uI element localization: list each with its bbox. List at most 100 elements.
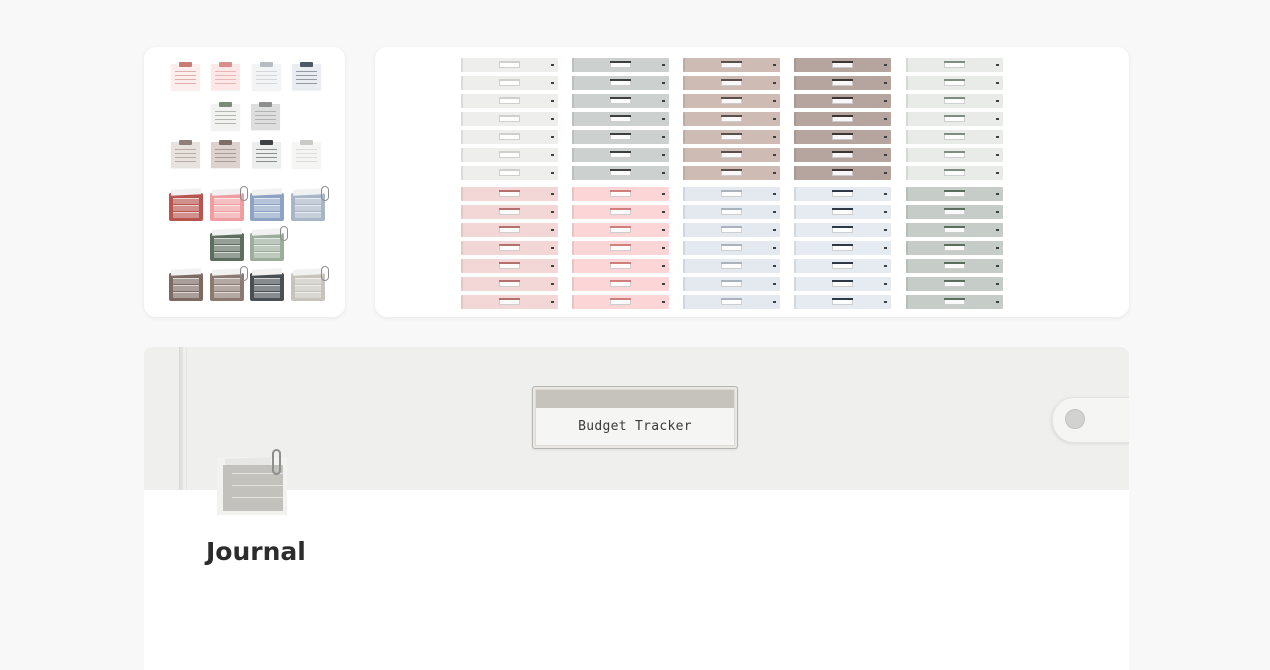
note-tab <box>219 102 232 107</box>
khaki-binder-icon[interactable] <box>291 266 329 301</box>
charcoal-note-icon[interactable] <box>252 140 281 168</box>
slate-binder-icon[interactable] <box>291 186 329 221</box>
light-note-icon[interactable] <box>292 140 321 168</box>
blush-tab-item[interactable] <box>461 205 558 219</box>
blush-tab-item[interactable] <box>461 295 558 309</box>
powder-blue-tab-item[interactable] <box>794 295 891 309</box>
pale-sage-tab-item[interactable] <box>906 130 1003 144</box>
pale-sage-tab-item[interactable] <box>906 58 1003 72</box>
grey-tab-item[interactable] <box>572 166 669 180</box>
blush-tab-item[interactable] <box>461 223 558 237</box>
taupe-note-icon[interactable] <box>211 140 240 168</box>
sage-tab-item[interactable] <box>906 259 1003 273</box>
ice-blue-tab-item[interactable] <box>683 187 780 201</box>
pink-note-icon[interactable] <box>211 62 240 90</box>
navy-note-icon[interactable] <box>292 62 321 90</box>
blush-tab-item[interactable] <box>461 277 558 291</box>
dark-binder-icon[interactable] <box>250 268 284 301</box>
rose-taupe-tab-item[interactable] <box>683 148 780 162</box>
brown-tab-item[interactable] <box>794 130 891 144</box>
cover-banner[interactable]: Budget Tracker <box>144 347 1129 490</box>
red-note-icon[interactable] <box>171 62 200 90</box>
ice-blue-tab-item[interactable] <box>683 241 780 255</box>
tab-arrow-icon <box>551 229 554 231</box>
ice-blue-tab-item[interactable] <box>683 223 780 237</box>
light-grey-tab-item[interactable] <box>461 166 558 180</box>
rose-taupe-tab-item[interactable] <box>683 94 780 108</box>
sage-tab-item[interactable] <box>906 241 1003 255</box>
light-grey-tab-item[interactable] <box>461 130 558 144</box>
pink-tab-item[interactable] <box>572 205 669 219</box>
pink-tab-item[interactable] <box>572 223 669 237</box>
pink-tab-item[interactable] <box>572 241 669 255</box>
powder-blue-tab-item[interactable] <box>794 259 891 273</box>
mocha-binder-icon[interactable] <box>210 266 248 301</box>
blush-tab-item[interactable] <box>461 241 558 255</box>
pale-sage-tab-item[interactable] <box>906 76 1003 90</box>
grey-tab-item[interactable] <box>572 58 669 72</box>
pale-sage-tab-item[interactable] <box>906 166 1003 180</box>
pink-tab-item[interactable] <box>572 187 669 201</box>
sage-note-icon[interactable] <box>211 102 240 130</box>
light-grey-tab-item[interactable] <box>461 94 558 108</box>
page-icon[interactable] <box>217 449 287 515</box>
sage-tab-item[interactable] <box>906 205 1003 219</box>
ice-blue-tab-item[interactable] <box>683 295 780 309</box>
page-title[interactable]: Journal <box>206 537 306 566</box>
pink-tab-item[interactable] <box>572 295 669 309</box>
powder-blue-tab-item[interactable] <box>794 277 891 291</box>
grey-note-icon[interactable] <box>252 62 281 90</box>
ice-blue-tab-item[interactable] <box>683 205 780 219</box>
sage-tab-item[interactable] <box>906 187 1003 201</box>
rose-taupe-tab-item[interactable] <box>683 112 780 126</box>
pale-sage-tab-item[interactable] <box>906 148 1003 162</box>
tab-arrow-icon <box>884 172 887 174</box>
stone-note-icon[interactable] <box>251 102 280 130</box>
light-grey-tab-item[interactable] <box>461 148 558 162</box>
grey-tab-item[interactable] <box>572 148 669 162</box>
powder-blue-tab-item[interactable] <box>794 241 891 255</box>
blush-tab-item[interactable] <box>461 259 558 273</box>
brown-tab-item[interactable] <box>794 94 891 108</box>
rose-taupe-tab-item[interactable] <box>683 76 780 90</box>
sage-tab-item[interactable] <box>906 295 1003 309</box>
sage-tab-item[interactable] <box>906 223 1003 237</box>
beige-note-icon[interactable] <box>171 140 200 168</box>
ice-blue-tab-item[interactable] <box>683 277 780 291</box>
mint-binder-icon[interactable] <box>250 226 288 261</box>
brown-tab-item[interactable] <box>794 58 891 72</box>
rose-taupe-tab-item[interactable] <box>683 130 780 144</box>
red-binder-icon[interactable] <box>169 188 203 221</box>
brown-binder-icon[interactable] <box>169 268 203 301</box>
pink-tab-item[interactable] <box>572 259 669 273</box>
pale-sage-tab-item[interactable] <box>906 112 1003 126</box>
grey-tab-item[interactable] <box>572 76 669 90</box>
pink-binder-icon[interactable] <box>210 186 248 221</box>
light-grey-tab-item[interactable] <box>461 76 558 90</box>
blue-binder-icon[interactable] <box>250 188 284 221</box>
light-grey-tab-item[interactable] <box>461 58 558 72</box>
brown-tab-item[interactable] <box>794 166 891 180</box>
powder-blue-tab-item[interactable] <box>794 205 891 219</box>
pale-sage-tab-item[interactable] <box>906 94 1003 108</box>
grey-tab-item[interactable] <box>572 112 669 126</box>
brown-tab-item[interactable] <box>794 76 891 90</box>
ice-blue-tab-item[interactable] <box>683 259 780 273</box>
blush-tab-item[interactable] <box>461 187 558 201</box>
tab-arrow-icon <box>996 301 999 303</box>
binder-row <box>173 285 199 291</box>
brown-tab-item[interactable] <box>794 148 891 162</box>
binder-row <box>173 278 199 284</box>
paperclip-icon <box>280 226 288 241</box>
green-binder-icon[interactable] <box>210 228 244 261</box>
pink-tab-item[interactable] <box>572 277 669 291</box>
powder-blue-tab-item[interactable] <box>794 187 891 201</box>
powder-blue-tab-item[interactable] <box>794 223 891 237</box>
rose-taupe-tab-item[interactable] <box>683 166 780 180</box>
rose-taupe-tab-item[interactable] <box>683 58 780 72</box>
brown-tab-item[interactable] <box>794 112 891 126</box>
grey-tab-item[interactable] <box>572 130 669 144</box>
light-grey-tab-item[interactable] <box>461 112 558 126</box>
grey-tab-item[interactable] <box>572 94 669 108</box>
sage-tab-item[interactable] <box>906 277 1003 291</box>
